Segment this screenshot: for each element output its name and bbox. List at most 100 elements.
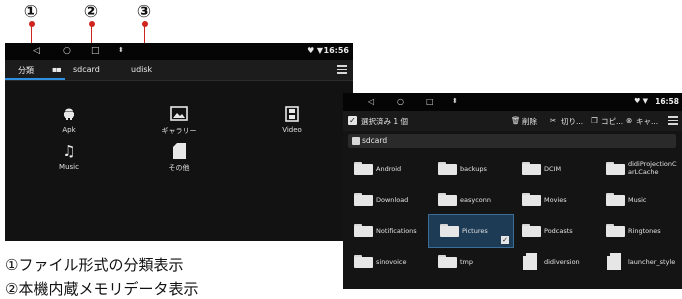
item-name: Android — [376, 165, 402, 173]
signal-wifi-icon: ♥ ▼ — [634, 97, 648, 105]
path-bar[interactable]: sdcard — [348, 134, 676, 148]
item-name: easyconn — [460, 196, 492, 204]
tab-udisk[interactable]: udisk — [131, 65, 152, 74]
status-time: 16:58 — [655, 97, 679, 106]
folder-item[interactable]: Podcasts — [511, 219, 595, 243]
folder-item[interactable]: Ringtones — [595, 219, 679, 243]
category-gallery[interactable]: ギャラリー — [134, 106, 224, 136]
folder-item[interactable]: DCIM — [511, 157, 595, 181]
item-name: Download — [376, 196, 409, 204]
folder-icon — [522, 162, 541, 175]
copy-icon[interactable]: ❐ — [591, 116, 598, 125]
caption-line-1: ①ファイル形式の分類表示 — [5, 256, 184, 274]
status-bar: ◁ ○ □ ⬍ ♥ ▼ 16:58 — [343, 93, 682, 111]
delete-button[interactable]: 削除 — [522, 116, 537, 127]
folder-icon — [354, 224, 373, 237]
item-name: tmp — [460, 258, 474, 266]
category-other-label: その他 — [168, 164, 190, 172]
tab-category-indicator — [5, 78, 65, 80]
folder-icon — [522, 193, 541, 206]
folder-item[interactable]: Music — [595, 188, 679, 212]
copy-button[interactable]: コピ... — [601, 116, 623, 127]
folder-item[interactable]: Android — [343, 157, 427, 181]
selected-check-icon[interactable]: ✓ — [501, 236, 509, 244]
recents-nav-icon[interactable]: □ — [91, 46, 100, 56]
folder-item[interactable]: sinovoice — [343, 250, 427, 274]
item-name: Movies — [544, 196, 567, 204]
item-name: didiProjectionCarLCache — [628, 160, 677, 176]
folder-icon — [438, 193, 457, 206]
folder-icon — [606, 224, 625, 237]
grid-icon[interactable]: ▪▪ — [52, 65, 62, 74]
trash-icon[interactable]: 🗑 — [511, 116, 521, 125]
cancel-icon[interactable]: ⊗ — [626, 116, 632, 125]
category-apk-label: Apk — [62, 126, 76, 134]
android-icon — [24, 106, 114, 122]
folder-icon — [606, 162, 625, 175]
item-name: sinovoice — [376, 258, 407, 266]
folder-item-selected[interactable]: Pictures ✓ — [428, 214, 514, 248]
folder-icon — [354, 193, 373, 206]
usb-icon: ⬍ — [452, 97, 458, 105]
file-item[interactable]: didiversion — [511, 250, 595, 274]
folder-icon — [522, 224, 541, 237]
item-name: Ringtones — [628, 227, 661, 235]
category-other[interactable]: その他 — [134, 143, 224, 173]
image-icon — [134, 106, 224, 122]
home-nav-icon[interactable]: ○ — [63, 46, 71, 56]
signal-wifi-icon: ♥ ▼ — [307, 46, 323, 55]
status-time: 16:56 — [323, 46, 349, 55]
menu-icon[interactable] — [337, 65, 347, 76]
folder-item[interactable]: easyconn — [427, 188, 511, 212]
music-note-icon: ♫ — [62, 142, 76, 160]
menu-icon[interactable] — [668, 116, 678, 127]
file-icon — [607, 253, 621, 270]
callout-2: ② — [83, 2, 99, 22]
folder-item[interactable]: Movies — [511, 188, 595, 212]
folder-item[interactable]: Notifications — [343, 219, 427, 243]
folder-item[interactable]: backups — [427, 157, 511, 181]
item-name: launcher_style — [628, 258, 676, 266]
item-name: Notifications — [376, 227, 417, 235]
sdcard-icon — [352, 137, 360, 145]
category-screen: ◁ ○ □ ⬍ ♥ ▼ 16:56 分類 ▪▪ sdcard udisk Apk… — [5, 43, 353, 241]
file-icon — [523, 253, 537, 270]
usb-icon: ⬍ — [118, 46, 124, 54]
selection-toolbar: ✓ 選択済み 1 個 🗑 削除 ✂ 切り... ❐ コピ... ⊗ キャ... — [343, 111, 682, 131]
folder-icon — [438, 255, 457, 268]
folder-item[interactable]: Download — [343, 188, 427, 212]
tab-category[interactable]: 分類 — [18, 65, 34, 76]
cancel-button[interactable]: キャ... — [636, 116, 658, 127]
folder-icon — [606, 193, 625, 206]
select-all-checkbox[interactable]: ✓ — [348, 116, 357, 125]
selected-count: 選択済み 1 個 — [361, 117, 409, 126]
scissors-icon[interactable]: ✂ — [550, 116, 556, 125]
file-icon — [134, 143, 224, 159]
category-video[interactable]: Video — [247, 106, 337, 134]
file-browser-screen: ◁ ○ □ ⬍ ♥ ▼ 16:58 ✓ 選択済み 1 個 🗑 削除 ✂ 切り..… — [343, 93, 682, 289]
folder-icon — [438, 162, 457, 175]
file-item[interactable]: launcher_style — [595, 250, 679, 274]
cut-button[interactable]: 切り... — [561, 116, 583, 127]
item-name: Podcasts — [544, 227, 573, 235]
back-nav-icon[interactable]: ◁ — [368, 97, 374, 106]
folder-item[interactable]: didiProjectionCarLCache — [595, 157, 679, 181]
home-nav-icon[interactable]: ○ — [397, 97, 404, 106]
callout-1: ① — [23, 2, 39, 22]
folder-icon — [440, 224, 459, 237]
tab-sdcard[interactable]: sdcard — [73, 65, 100, 74]
item-name: backups — [460, 165, 487, 173]
recents-nav-icon[interactable]: □ — [426, 97, 434, 106]
category-music[interactable]: ♫ Music — [24, 143, 114, 171]
status-bar: ◁ ○ □ ⬍ ♥ ▼ 16:56 — [5, 43, 353, 60]
back-nav-icon[interactable]: ◁ — [33, 46, 40, 56]
category-apk[interactable]: Apk — [24, 106, 114, 134]
item-name: Music — [628, 196, 647, 204]
folder-item[interactable]: tmp — [427, 250, 511, 274]
folder-icon — [354, 255, 373, 268]
category-gallery-label: ギャラリー — [161, 127, 197, 135]
item-name: DCIM — [544, 165, 562, 173]
item-name: didiversion — [544, 258, 580, 266]
item-name: Pictures — [462, 227, 488, 235]
category-video-label: Video — [282, 126, 302, 134]
